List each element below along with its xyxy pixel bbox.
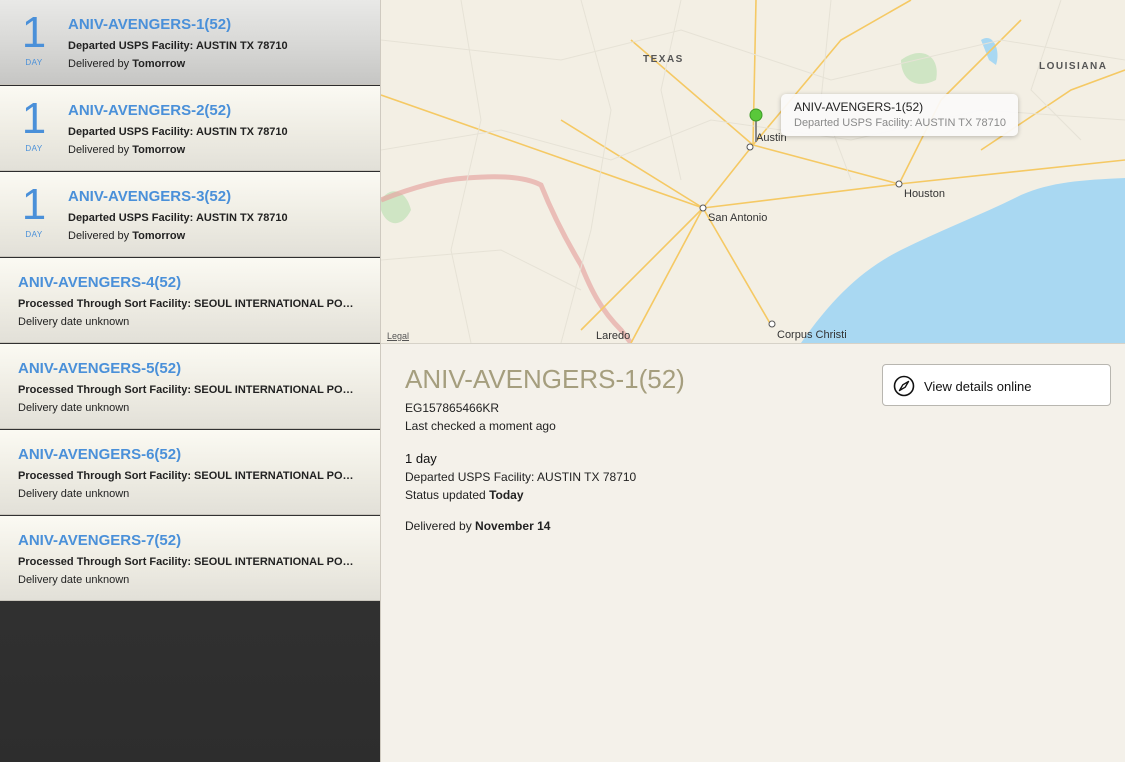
package-item-7[interactable]: ANIV-AVENGERS-7(52) Processed Through So… [0,516,380,601]
package-status: Processed Through Sort Facility: SEOUL I… [18,470,358,482]
status-updated: Status updated Today [405,488,524,502]
map-canvas [381,0,1125,343]
days-unit: DAY [25,230,43,239]
status-updated-value: Today [489,488,524,502]
delivery-value: Tomorrow [132,58,186,70]
package-item-5[interactable]: ANIV-AVENGERS-5(52) Processed Through So… [0,344,380,429]
package-detail: ANIV-AVENGERS-1(52) EG157865466KR Last c… [381,344,1125,762]
package-title: ANIV-AVENGERS-4(52) [18,274,182,291]
package-status: Processed Through Sort Facility: SEOUL I… [18,384,358,396]
detail-days: 1 day [405,451,437,466]
package-delivery: Delivery date unknown [18,402,130,414]
package-title: ANIV-AVENGERS-1(52) [68,16,232,33]
days-number: 1 [21,94,47,143]
package-title: ANIV-AVENGERS-6(52) [18,446,182,463]
days-counter: 1 DAY [0,172,68,257]
compass-icon [893,375,915,397]
package-title: ANIV-AVENGERS-3(52) [68,188,232,205]
package-status: Departed USPS Facility: AUSTIN TX 78710 [68,212,288,224]
state-label-texas: TEXAS [643,54,684,65]
days-unit: DAY [25,144,43,153]
package-item-2[interactable]: 1 DAY ANIV-AVENGERS-2(52) Departed USPS … [0,86,380,171]
package-item-6[interactable]: ANIV-AVENGERS-6(52) Processed Through So… [0,430,380,515]
status-updated-prefix: Status updated [405,488,486,502]
package-delivery: Delivered by Tomorrow [68,58,185,70]
map-view[interactable]: TEXAS LOUISIANA Austin San Antonio Houst… [381,0,1125,344]
delivery-prefix: Delivered by [68,58,130,70]
days-number: 1 [21,180,47,229]
legal-link[interactable]: Legal [387,331,409,341]
delivery-prefix: Delivered by [68,144,130,156]
package-item-1[interactable]: 1 DAY ANIV-AVENGERS-1(52) Departed USPS … [0,0,380,85]
package-status: Processed Through Sort Facility: SEOUL I… [18,298,358,310]
city-label-san-antonio: San Antonio [708,212,768,224]
city-label-corpus-christi: Corpus Christi [777,329,847,341]
delivery-prefix: Delivered by [68,230,130,242]
state-label-louisiana: LOUISIANA [1039,61,1108,72]
package-delivery: Delivery date unknown [18,316,130,328]
detail-delivery-value: November 14 [475,519,551,533]
package-title: ANIV-AVENGERS-2(52) [68,102,232,119]
detail-status: Departed USPS Facility: AUSTIN TX 78710 [405,470,637,484]
package-delivery: Delivered by Tomorrow [68,230,185,242]
callout-title: ANIV-AVENGERS-1(52) [794,100,924,114]
delivery-value: Tomorrow [132,144,186,156]
gulf-water [801,178,1125,343]
tracking-number: EG157865466KR [405,401,500,415]
detail-delivery: Delivered by November 14 [405,519,550,533]
callout-subtitle: Departed USPS Facility: AUSTIN TX 78710 [794,117,1006,129]
package-delivery: Delivered by Tomorrow [68,144,185,156]
view-details-online-label: View details online [924,379,1032,394]
package-item-4[interactable]: ANIV-AVENGERS-4(52) Processed Through So… [0,258,380,343]
last-checked: Last checked a moment ago [405,419,556,433]
detail-title: ANIV-AVENGERS-1(52) [405,364,685,394]
package-title: ANIV-AVENGERS-7(52) [18,532,182,549]
package-title: ANIV-AVENGERS-5(52) [18,360,182,377]
package-item-3[interactable]: 1 DAY ANIV-AVENGERS-3(52) Departed USPS … [0,172,380,257]
delivery-value: Tomorrow [132,230,186,242]
package-status: Departed USPS Facility: AUSTIN TX 78710 [68,126,288,138]
days-number: 1 [21,8,47,57]
city-label-houston: Houston [904,188,945,200]
pin-callout[interactable]: ANIV-AVENGERS-1(52) Departed USPS Facili… [781,94,1018,136]
days-counter: 1 DAY [0,0,68,85]
package-status: Departed USPS Facility: AUSTIN TX 78710 [68,40,288,52]
city-label-laredo: Laredo [596,330,631,342]
forest [901,52,937,84]
detail-delivery-prefix: Delivered by [405,519,472,533]
days-counter: 1 DAY [0,86,68,171]
days-unit: DAY [25,58,43,67]
package-delivery: Delivery date unknown [18,488,130,500]
package-delivery: Delivery date unknown [18,574,130,586]
package-list: 1 DAY ANIV-AVENGERS-1(52) Departed USPS … [0,0,381,762]
view-details-online-button[interactable]: View details online [882,364,1111,406]
package-status: Processed Through Sort Facility: SEOUL I… [18,556,358,568]
